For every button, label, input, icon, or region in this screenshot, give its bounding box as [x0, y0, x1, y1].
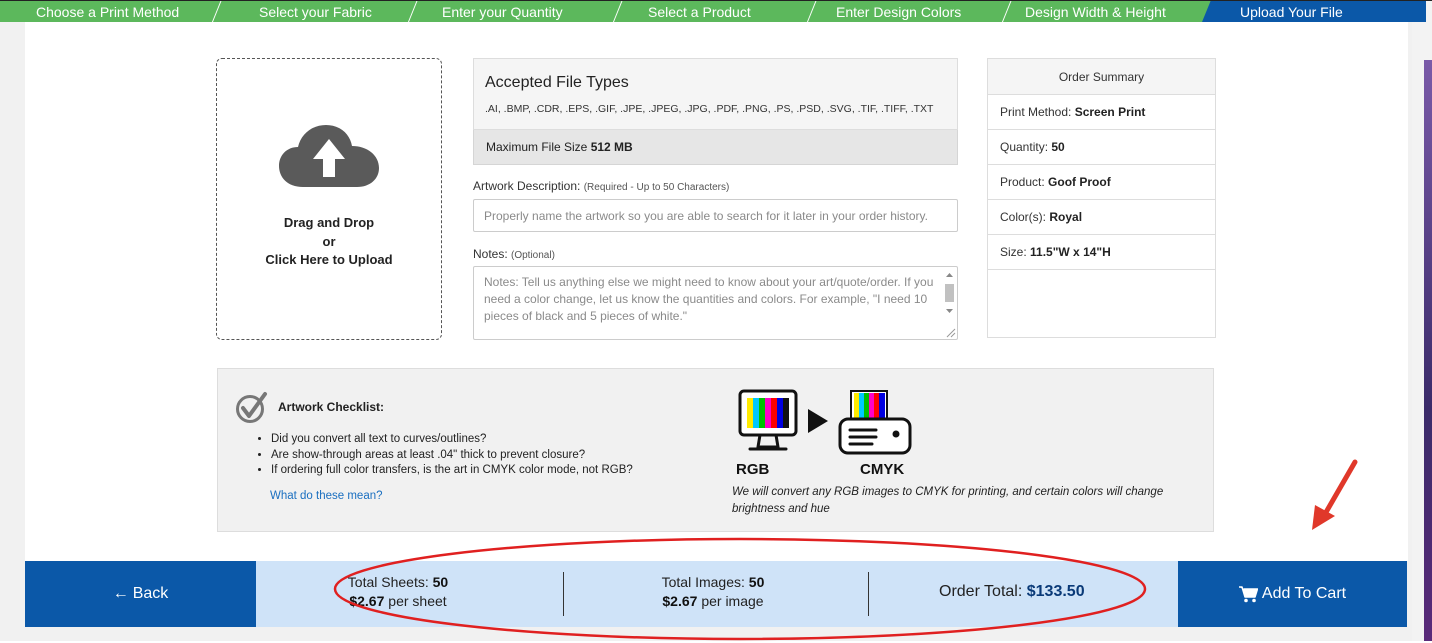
step-divider: [611, 0, 624, 22]
cloud-upload-icon: [279, 125, 379, 187]
step-upload-file[interactable]: Upload Your File: [1240, 0, 1343, 22]
arrow-left-icon: ←: [112, 585, 129, 602]
totals-divider: [563, 572, 564, 616]
drop-text-line1: Drag and Drop: [283, 215, 375, 230]
totals-divider: [868, 572, 869, 616]
step-quantity[interactable]: Enter your Quantity: [442, 0, 563, 22]
total-images: Total Images: 50 $2.67 per image: [623, 573, 803, 611]
drop-text-or: or: [322, 234, 336, 249]
step-fabric[interactable]: Select your Fabric: [259, 0, 372, 22]
back-button[interactable]: ← Back: [25, 561, 256, 627]
order-total: Order Total: $133.50: [939, 583, 1085, 601]
summary-product: Product: Goof Proof: [988, 165, 1215, 200]
notes-label: Notes: (Optional): [473, 247, 555, 261]
summary-value: Royal: [1049, 210, 1083, 224]
artwork-label-hint: (Required - Up to 50 Characters): [583, 182, 730, 193]
conversion-note: We will convert any RGB images to CMYK f…: [732, 486, 1164, 515]
step-divider: [210, 0, 223, 22]
arrow-right-icon: [808, 409, 828, 433]
checklist-items: Did you convert all text to curves/outli…: [257, 432, 633, 479]
total-sheets-label: Total Sheets:: [347, 574, 433, 590]
what-do-these-mean-link[interactable]: What do these mean?: [270, 490, 383, 502]
artwork-label-text: Artwork Description:: [473, 179, 584, 193]
image-price: $2.67: [662, 593, 698, 609]
accepted-file-types-title: Accepted File Types: [485, 74, 629, 91]
add-to-cart-label: Add To Cart: [1261, 585, 1347, 602]
total-images-value: 50: [748, 574, 765, 590]
artwork-description-input[interactable]: [473, 199, 958, 232]
sheet-unit: per sheet: [384, 593, 447, 609]
file-drop-zone[interactable]: Drag and Drop or Click Here to Upload: [216, 58, 442, 340]
notes-textarea[interactable]: [473, 266, 958, 340]
order-summary: Order Summary Print Method: Screen Print…: [987, 58, 1216, 338]
checkmark-circle-icon: [236, 392, 267, 423]
summary-label: Product:: [1000, 175, 1049, 189]
step-divider: [1000, 0, 1013, 22]
total-sheets: Total Sheets: 50 $2.67 per sheet: [308, 573, 488, 611]
cmyk-label: CMYK: [860, 461, 905, 478]
order-total-value: $133.50: [1026, 583, 1085, 600]
summary-value: Screen Print: [1074, 105, 1146, 119]
artwork-description-label: Artwork Description: (Required - Up to 5…: [473, 179, 729, 193]
accepted-file-types-panel: Accepted File Types .AI, .BMP, .CDR, .EP…: [473, 58, 958, 130]
step-print-method[interactable]: Choose a Print Method: [36, 0, 179, 22]
accepted-file-types-list: .AI, .BMP, .CDR, .EPS, .GIF, .JPE, .JPEG…: [485, 103, 934, 115]
max-size-value: 512 MB: [590, 140, 633, 154]
image-unit: per image: [697, 593, 764, 609]
checklist-title: Artwork Checklist:: [278, 400, 385, 414]
shopping-cart-icon: [1238, 585, 1258, 602]
summary-colors: Color(s): Royal: [988, 200, 1215, 235]
checklist-item: If ordering full color transfers, is the…: [271, 463, 633, 479]
artwork-checklist: Artwork Checklist: Did you convert all t…: [217, 368, 1214, 532]
step-divider: [406, 0, 419, 22]
desktop-edge: [1424, 60, 1432, 641]
rgb-to-cmyk-graphic: [738, 389, 912, 455]
printer-icon: [838, 390, 912, 455]
notes-label-hint: (Optional): [511, 250, 555, 261]
add-to-cart-button[interactable]: Add To Cart: [1178, 561, 1407, 627]
summary-label: Quantity:: [1000, 140, 1052, 154]
sheet-price: $2.67: [349, 593, 385, 609]
checklist-item: Did you convert all text to curves/outli…: [271, 432, 633, 448]
window-top-border: [0, 0, 1432, 1]
step-product[interactable]: Select a Product: [648, 0, 751, 22]
summary-label: Print Method:: [1000, 105, 1075, 119]
drop-text-line3: Click Here to Upload: [265, 252, 393, 267]
summary-value: Goof Proof: [1048, 175, 1111, 189]
summary-label: Size:: [1000, 245, 1031, 259]
order-total-label: Order Total:: [939, 583, 1027, 600]
step-width-height[interactable]: Design Width & Height: [1025, 0, 1166, 22]
summary-size: Size: 11.5"W x 14"H: [988, 235, 1215, 270]
summary-value: 11.5"W x 14"H: [1030, 245, 1111, 259]
rgb-label: RGB: [736, 461, 770, 478]
notes-label-text: Notes:: [473, 247, 512, 261]
checklist-item: Are show-through areas at least .04" thi…: [271, 448, 633, 464]
step-divider: [805, 0, 818, 22]
progress-steps: Choose a Print Method Select your Fabric…: [0, 0, 1426, 22]
summary-label: Color(s):: [1000, 210, 1050, 224]
summary-value: 50: [1051, 140, 1065, 154]
summary-print-method: Print Method: Screen Print: [988, 95, 1215, 130]
back-button-label: Back: [132, 585, 169, 602]
max-size-label: Maximum File Size: [486, 140, 591, 154]
order-summary-title: Order Summary: [988, 59, 1215, 95]
max-file-size: Maximum File Size 512 MB: [473, 130, 958, 165]
step-design-colors[interactable]: Enter Design Colors: [836, 0, 961, 22]
order-totals-bar: Total Sheets: 50 $2.67 per sheet Total I…: [256, 561, 1178, 627]
notes-scrollbar[interactable]: [942, 267, 957, 339]
total-sheets-value: 50: [432, 574, 449, 590]
summary-quantity: Quantity: 50: [988, 130, 1215, 165]
total-images-label: Total Images:: [661, 574, 749, 590]
monitor-icon: [738, 389, 798, 451]
